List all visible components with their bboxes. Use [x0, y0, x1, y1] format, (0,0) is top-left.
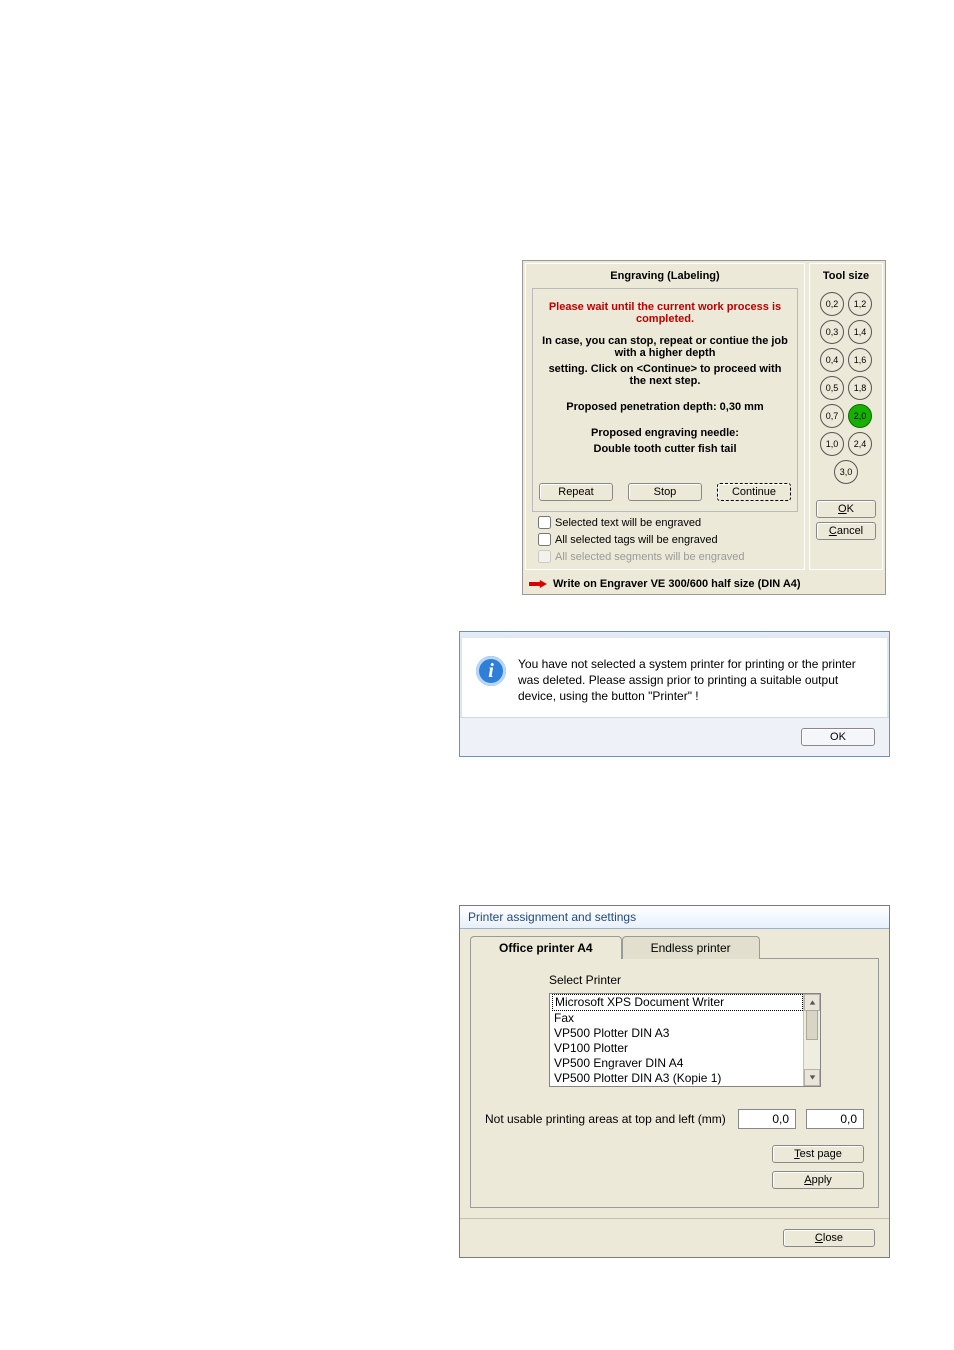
proposed-needle-label: Proposed engraving needle: — [539, 427, 791, 439]
engraving-footer: Write on Engraver VE 300/600 half size (… — [553, 578, 801, 590]
tool-size-title: Tool size — [812, 268, 880, 288]
printer-item[interactable]: VP100 Plotter — [552, 1041, 803, 1056]
checkbox-selected-text-label: Selected text will be engraved — [555, 517, 701, 529]
margin-left-input[interactable]: 0,0 — [806, 1109, 864, 1129]
engraving-title: Engraving (Labeling) — [532, 268, 798, 288]
tool-size-0-2[interactable]: 0,2 — [820, 292, 844, 316]
info-icon: i — [476, 656, 506, 686]
tool-size-1-2[interactable]: 1,2 — [848, 292, 872, 316]
continue-button[interactable]: Continue — [717, 483, 791, 501]
margin-top-input[interactable]: 0,0 — [738, 1109, 796, 1129]
checkbox-selected-segments: All selected segments will be engraved — [538, 550, 796, 563]
printer-dialog: Printer assignment and settings Office p… — [459, 905, 890, 1258]
tool-size-0-5[interactable]: 0,5 — [820, 376, 844, 400]
select-printer-label: Select Printer — [549, 973, 864, 987]
tool-size-2-4[interactable]: 2,4 — [848, 432, 872, 456]
printer-item[interactable]: VP500 Engraver DIN A4 — [552, 1056, 803, 1071]
tool-size-grid: 0,21,20,31,40,41,60,51,80,72,01,02,4 3,0 — [812, 292, 880, 484]
scroll-down-icon[interactable] — [804, 1069, 820, 1086]
ok-button[interactable]: OK — [816, 500, 876, 518]
info-ok-button[interactable]: OK — [801, 728, 875, 746]
checkbox-selected-segments-input — [538, 550, 551, 563]
engraving-dialog: Engraving (Labeling) Please wait until t… — [522, 260, 886, 595]
engraving-line2: setting. Click on <Continue> to proceed … — [539, 363, 791, 387]
close-button[interactable]: Close — [783, 1229, 875, 1247]
tool-size-0-3[interactable]: 0,3 — [820, 320, 844, 344]
repeat-button[interactable]: Repeat — [539, 483, 613, 501]
checkbox-selected-tags-input[interactable] — [538, 533, 551, 546]
tool-size-1-6[interactable]: 1,6 — [848, 348, 872, 372]
printer-dialog-title: Printer assignment and settings — [460, 906, 889, 929]
tool-size-1-8[interactable]: 1,8 — [848, 376, 872, 400]
printer-item[interactable]: VP500 Plotter DIN A3 — [552, 1026, 803, 1041]
scroll-up-icon[interactable] — [804, 994, 820, 1011]
tool-size-1-4[interactable]: 1,4 — [848, 320, 872, 344]
checkbox-selected-tags[interactable]: All selected tags will be engraved — [538, 533, 796, 546]
cancel-button[interactable]: Cancel — [816, 522, 876, 540]
printer-item[interactable]: Fax — [552, 1011, 803, 1026]
checkbox-selected-text[interactable]: Selected text will be engraved — [538, 516, 796, 529]
scrollbar[interactable] — [803, 994, 820, 1086]
stop-button[interactable]: Stop — [628, 483, 702, 501]
proposed-depth: Proposed penetration depth: 0,30 mm — [539, 401, 791, 413]
tab-office-printer[interactable]: Office printer A4 — [470, 936, 622, 959]
tool-size-0-4[interactable]: 0,4 — [820, 348, 844, 372]
printer-item[interactable]: VP500 Plotter DIN A3 (Kopie 1) — [552, 1071, 803, 1086]
proposed-needle-value: Double tooth cutter fish tail — [539, 443, 791, 455]
test-page-button[interactable]: Test page — [772, 1145, 864, 1163]
engraving-line1: In case, you can stop, repeat or contiue… — [539, 335, 791, 359]
checkbox-selected-segments-label: All selected segments will be engraved — [555, 551, 745, 563]
arrow-right-icon — [529, 580, 547, 588]
checkbox-selected-tags-label: All selected tags will be engraved — [555, 534, 718, 546]
engraving-warning: Please wait until the current work proce… — [539, 301, 791, 325]
tab-endless-printer[interactable]: Endless printer — [622, 936, 760, 959]
apply-button[interactable]: Apply — [772, 1171, 864, 1189]
printer-listbox[interactable]: Microsoft XPS Document WriterFaxVP500 Pl… — [549, 993, 821, 1087]
tool-size-1-0[interactable]: 1,0 — [820, 432, 844, 456]
info-text: You have not selected a system printer f… — [518, 656, 873, 705]
printer-item[interactable]: Microsoft XPS Document Writer — [552, 994, 803, 1011]
info-dialog: i You have not selected a system printer… — [459, 631, 890, 757]
tool-size-3-0[interactable]: 3,0 — [834, 460, 858, 484]
scroll-thumb[interactable] — [806, 1010, 818, 1040]
margins-label: Not usable printing areas at top and lef… — [485, 1112, 728, 1126]
checkbox-selected-text-input[interactable] — [538, 516, 551, 529]
tool-size-2-0[interactable]: 2,0 — [848, 404, 872, 428]
tool-size-0-7[interactable]: 0,7 — [820, 404, 844, 428]
